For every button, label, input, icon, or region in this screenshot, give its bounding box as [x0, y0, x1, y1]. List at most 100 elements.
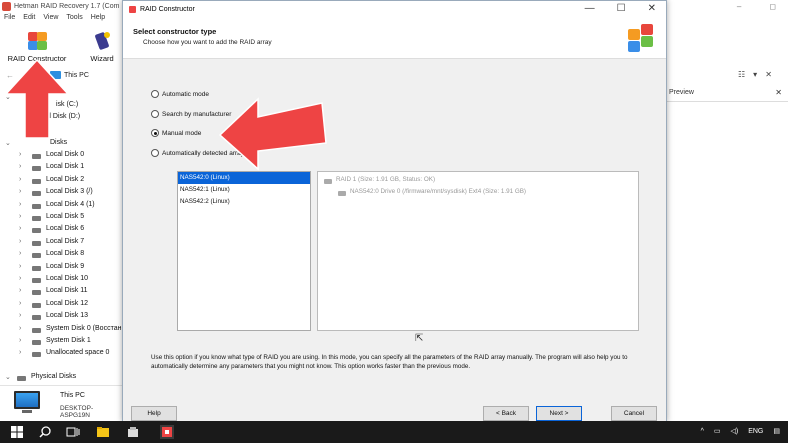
radio-circle[interactable]: [151, 149, 159, 157]
chevron-right-icon[interactable]: ›: [19, 312, 21, 319]
raid-constructor-button[interactable]: RAID Constructor: [4, 27, 70, 63]
tray-chevron-icon[interactable]: ^: [701, 428, 704, 435]
tree-item[interactable]: cal Disk (D:): [0, 112, 122, 124]
tree-item-disk[interactable]: › System Disk 1: [0, 336, 122, 348]
tree-item-label: Local Disk 10: [46, 275, 89, 282]
array-list-item[interactable]: NAS542:0 (Linux): [178, 172, 310, 184]
notifications-icon[interactable]: ▤: [773, 427, 780, 435]
dialog-close-button[interactable]: ✕: [648, 3, 656, 14]
radio-label: Automatically detected arrays: [162, 149, 248, 157]
tree-item-disk[interactable]: › Local Disk 7: [0, 237, 122, 249]
tree-item-disk[interactable]: › Local Disk 5: [0, 212, 122, 224]
tree-item-disk[interactable]: › Local Disk 3 (/): [0, 187, 122, 199]
forward-arrow-icon[interactable]: →: [22, 71, 30, 80]
dialog-maximize-button[interactable]: ☐: [617, 3, 626, 14]
automatic-mode-radio[interactable]: Automatic mode: [151, 88, 209, 100]
radio-label: Manual mode: [162, 129, 202, 137]
back-arrow-icon[interactable]: ←: [6, 71, 14, 80]
preview-close-icon[interactable]: ✕: [775, 88, 782, 97]
tree-item-disk[interactable]: › Local Disk 4 (1): [0, 200, 122, 212]
menu-edit[interactable]: Edit: [23, 14, 35, 26]
menu-tools[interactable]: Tools: [66, 14, 82, 26]
tree-item-label: Local Disk 3 (/): [46, 188, 93, 196]
raid-recovery-taskbar-icon[interactable]: [160, 425, 174, 439]
chevron-right-icon[interactable]: ›: [19, 300, 21, 307]
chevron-right-icon[interactable]: ›: [19, 201, 21, 208]
language-indicator[interactable]: ENG: [748, 428, 763, 435]
tree-item-disk[interactable]: › Local Disk 10: [0, 274, 122, 286]
app-minimize-button[interactable]: –: [737, 2, 741, 11]
chevron-right-icon[interactable]: ›: [19, 337, 21, 344]
detected-arrays-list[interactable]: NAS542:0 (Linux) NAS542:1 (Linux) NAS542…: [177, 171, 311, 331]
search-icon[interactable]: [38, 425, 52, 439]
back-button[interactable]: < Back: [483, 406, 529, 421]
disk-icon: [32, 315, 41, 321]
tree-item-disk[interactable]: › Local Disk 12: [0, 299, 122, 311]
chevron-right-icon[interactable]: ›: [19, 176, 21, 183]
puzzle-logo-icon: [626, 23, 656, 53]
chevron-right-icon[interactable]: ›: [19, 238, 21, 245]
chevron-right-icon[interactable]: ›: [19, 263, 21, 270]
menu-help[interactable]: Help: [91, 14, 105, 26]
dialog-header: Select constructor type Choose how you w…: [123, 19, 666, 59]
app-maximize-button[interactable]: ◻: [769, 2, 776, 11]
radio-circle-checked[interactable]: [151, 129, 159, 137]
chevron-right-icon[interactable]: ›: [19, 213, 21, 220]
chevron-right-icon[interactable]: ›: [19, 188, 21, 195]
chevron-right-icon[interactable]: ›: [19, 287, 21, 294]
cancel-button[interactable]: Cancel: [611, 406, 657, 421]
chevron-down-icon[interactable]: ⌄: [5, 139, 11, 147]
tree-item-label: Local Disk 11: [46, 287, 88, 295]
tree-item[interactable]: isk (C:): [0, 100, 122, 112]
breadcrumb[interactable]: This PC: [50, 71, 89, 79]
tree-item-disk[interactable]: › Local Disk 2: [0, 175, 122, 187]
array-list-item[interactable]: NAS542:2 (Linux): [178, 196, 310, 208]
chevron-right-icon[interactable]: ›: [19, 151, 21, 158]
windows-start-icon[interactable]: [10, 425, 24, 439]
menu-file[interactable]: File: [4, 14, 15, 26]
file-explorer-icon[interactable]: [96, 425, 110, 439]
chevron-right-icon[interactable]: ›: [19, 275, 21, 282]
disk-icon: [32, 216, 41, 221]
chevron-right-icon[interactable]: ›: [19, 250, 21, 257]
chevron-down-icon[interactable]: ⌄: [5, 373, 11, 381]
chevron-right-icon[interactable]: ›: [19, 349, 21, 356]
tree-item-disk[interactable]: › Local Disk 0: [0, 150, 122, 162]
radio-circle[interactable]: [151, 90, 159, 98]
automatically-detected-arrays-radio[interactable]: Automatically detected arrays: [151, 147, 247, 159]
tree-item-disk[interactable]: › System Disk 0 (Восстан: [0, 324, 122, 336]
tree-item-disk[interactable]: › Local Disk 9: [0, 262, 122, 274]
chevron-right-icon[interactable]: ›: [19, 225, 21, 232]
manual-mode-radio[interactable]: Manual mode: [151, 127, 201, 139]
chevron-right-icon[interactable]: ›: [19, 325, 21, 332]
tree-item-disk[interactable]: › Unallocated space 0: [0, 348, 122, 360]
preview-pane-header: Preview ✕: [667, 86, 788, 102]
raid-node: RAID 1 (Size: 1.91 GB, Status: OK): [336, 176, 436, 183]
wizard-button[interactable]: Wizard: [86, 27, 118, 63]
chevron-right-icon[interactable]: ›: [19, 163, 21, 170]
view-mode-icon[interactable]: ☷: [738, 70, 745, 79]
help-button[interactable]: Help: [131, 406, 177, 421]
volume-icon[interactable]: ◁): [730, 427, 738, 435]
tree-item-disk[interactable]: › Local Disk 11: [0, 286, 122, 298]
search-by-manufacturer-radio[interactable]: Search by manufacturer: [151, 108, 231, 120]
menu-view[interactable]: View: [43, 14, 58, 26]
tree-item-disk[interactable]: › Local Disk 13: [0, 311, 122, 323]
up-arrow-icon[interactable]: ↑: [38, 71, 42, 80]
array-list-item[interactable]: NAS542:1 (Linux): [178, 184, 310, 196]
disk-icon: [32, 203, 41, 209]
app-taskbar-icon[interactable]: [126, 425, 140, 439]
disk-icon: [32, 302, 41, 308]
next-button[interactable]: Next >: [536, 406, 582, 421]
network-icon[interactable]: ▭: [714, 427, 721, 435]
tree-item-disk[interactable]: › Local Disk 1: [0, 162, 122, 174]
dialog-minimize-button[interactable]: —: [585, 3, 595, 14]
taskbar: ^ ▭ ◁) ENG ▤: [0, 421, 788, 443]
tree-item-label: System Disk 0 (Восстан: [46, 324, 122, 332]
close-panel-icon[interactable]: ✕: [765, 70, 772, 79]
task-view-icon[interactable]: [66, 425, 80, 439]
view-dropdown-icon[interactable]: ▾: [753, 70, 757, 79]
tree-item-disk[interactable]: › Local Disk 6: [0, 224, 122, 236]
tree-item-disk[interactable]: › Local Disk 8: [0, 249, 122, 261]
radio-circle[interactable]: [151, 110, 159, 118]
